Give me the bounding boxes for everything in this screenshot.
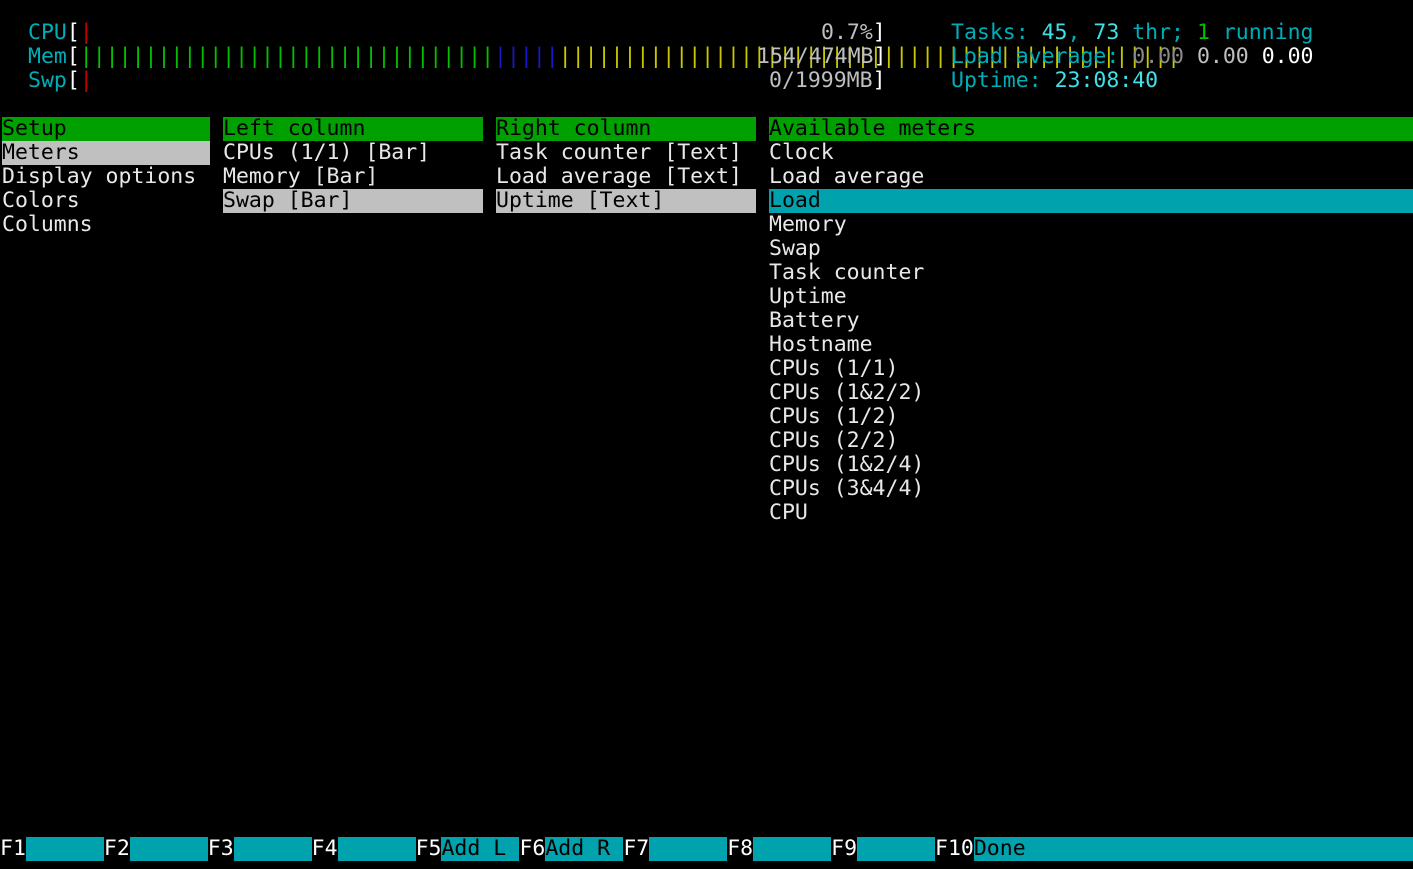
available-meters-title: Available meters [769, 117, 1413, 141]
available-meter-item[interactable]: CPUs (1/2) [769, 405, 1413, 429]
right-column-panel: Right column Task counter [Text] Load av… [496, 117, 756, 213]
setup-item-display-options[interactable]: Display options [2, 165, 210, 189]
left-column-item[interactable]: Memory [Bar] [223, 165, 483, 189]
f6-key[interactable]: F6 [519, 837, 546, 861]
f9-key[interactable]: F9 [831, 837, 858, 861]
mem-meter-label: Mem [28, 44, 67, 69]
available-meter-item[interactable]: CPUs (3&4/4) [769, 477, 1413, 501]
f9-label[interactable] [857, 837, 936, 861]
right-column-item[interactable]: Load average [Text] [496, 165, 756, 189]
f1-label[interactable] [25, 837, 104, 861]
swp-bar: | [79, 68, 93, 93]
available-meter-item[interactable]: Clock [769, 141, 1413, 165]
f1-key[interactable]: F1 [0, 837, 26, 861]
f3-label[interactable] [233, 837, 312, 861]
f7-key[interactable]: F7 [623, 837, 650, 861]
available-meter-item[interactable]: Load [769, 189, 1413, 213]
f3-key[interactable]: F3 [207, 837, 234, 861]
left-column-item[interactable]: Swap [Bar] [223, 189, 483, 213]
f2-label[interactable] [129, 837, 208, 861]
function-key-bar: F1 F2 F3 F4 F5 Add L F6 Add R F7 F8 F9 F10… [0, 837, 1413, 861]
cpu-meter-value: 0.7%] [821, 20, 886, 45]
swp-meter: Swp[| [28, 68, 93, 93]
available-meter-item[interactable]: CPU [769, 501, 1413, 525]
setup-item-columns[interactable]: Columns [2, 213, 210, 237]
add-right-button[interactable]: Add R [545, 837, 624, 861]
done-button[interactable]: Done [973, 837, 1413, 861]
available-meter-item[interactable]: CPUs (1&2/2) [769, 381, 1413, 405]
f7-label[interactable] [649, 837, 728, 861]
swp-meter-value: 0/1999MB] [769, 68, 886, 93]
swp-meter-label: Swp [28, 68, 67, 93]
left-column-item[interactable]: CPUs (1/1) [Bar] [223, 141, 483, 165]
load-average-meter: Load average: 0.00 0.00 0.00 [951, 44, 1314, 69]
right-column-item[interactable]: Uptime [Text] [496, 189, 756, 213]
available-meter-item[interactable]: Uptime [769, 285, 1413, 309]
f8-label[interactable] [753, 837, 832, 861]
uptime-meter: Uptime: 23:08:40 [951, 68, 1159, 93]
left-column-title: Left column [223, 117, 483, 141]
available-meter-item[interactable]: Swap [769, 237, 1413, 261]
setup-title: Setup [2, 117, 210, 141]
available-meter-item[interactable]: Load average [769, 165, 1413, 189]
tasks-meter: Tasks: 45, 73 thr; 1 running [951, 20, 1314, 45]
available-meter-item[interactable]: CPUs (2/2) [769, 429, 1413, 453]
f5-key[interactable]: F5 [415, 837, 442, 861]
mem-meter-value: 154/474MB] [757, 44, 887, 69]
right-column-title: Right column [496, 117, 756, 141]
setup-panel: Setup Meters Display options Colors Colu… [2, 117, 210, 237]
f8-key[interactable]: F8 [727, 837, 754, 861]
add-left-button[interactable]: Add L [441, 837, 520, 861]
cpu-meter-label: CPU [28, 20, 67, 45]
cpu-meter: CPU[| [28, 20, 93, 45]
f2-key[interactable]: F2 [103, 837, 130, 861]
right-column-item[interactable]: Task counter [Text] [496, 141, 756, 165]
available-meter-item[interactable]: CPUs (1/1) [769, 357, 1413, 381]
available-meter-item[interactable]: Memory [769, 213, 1413, 237]
available-meter-item[interactable]: CPUs (1&2/4) [769, 453, 1413, 477]
left-column-panel: Left column CPUs (1/1) [Bar] Memory [Bar… [223, 117, 483, 213]
available-meter-item[interactable]: Hostname [769, 333, 1413, 357]
available-meter-item[interactable]: Task counter [769, 261, 1413, 285]
available-meters-panel: Available meters Clock Load average Load… [769, 117, 1413, 525]
f4-label[interactable] [337, 837, 416, 861]
available-meter-item[interactable]: Battery [769, 309, 1413, 333]
f10-key[interactable]: F10 [935, 837, 974, 861]
setup-item-meters[interactable]: Meters [2, 141, 210, 165]
setup-item-colors[interactable]: Colors [2, 189, 210, 213]
f4-key[interactable]: F4 [311, 837, 338, 861]
cpu-bar: | [79, 20, 93, 45]
